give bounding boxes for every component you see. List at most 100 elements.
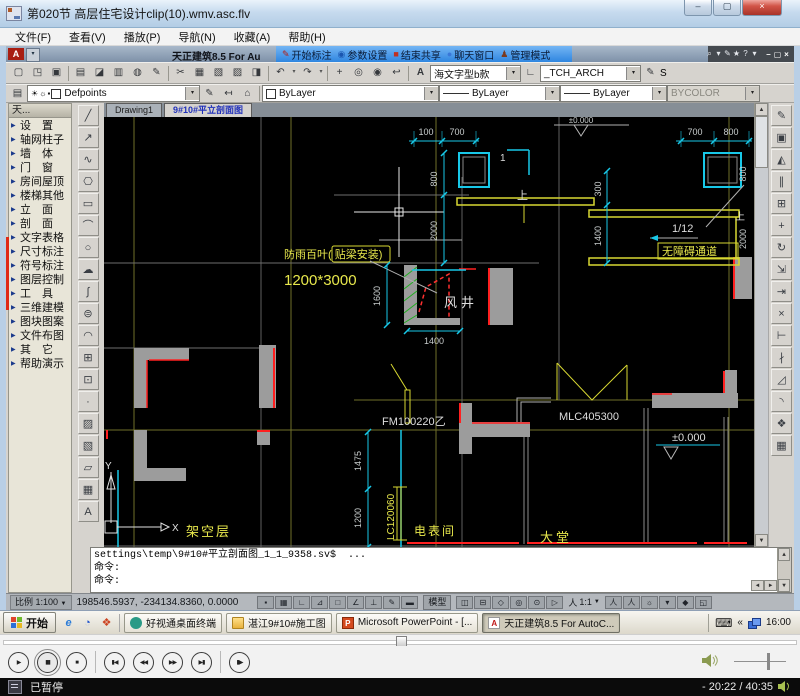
infocenter-icon[interactable]: ▾: [714, 49, 723, 59]
status-toggle-button[interactable]: □: [329, 596, 346, 609]
toolbar-icon[interactable]: ▥: [109, 64, 128, 82]
status-toggle-button[interactable]: ∠: [347, 596, 364, 609]
share-toolbar-button[interactable]: ♟ 管理模式: [500, 47, 550, 62]
combo-dropdown-icon[interactable]: ▾: [652, 87, 666, 100]
toolbar-icon[interactable]: ↷: [298, 64, 317, 82]
draw-tool-icon[interactable]: ⊞: [78, 347, 99, 368]
player-button[interactable]: ▮◀: [104, 652, 125, 673]
toolbar-icon[interactable]: ▦: [190, 64, 209, 82]
screen-menu-item[interactable]: ▶ 图块图案: [9, 314, 71, 328]
player-button[interactable]: [220, 651, 221, 673]
toolbar-icon[interactable]: ↩: [387, 64, 406, 82]
share-toolbar-button[interactable]: ● 聊天窗口: [447, 47, 494, 62]
screen-menu-item[interactable]: ▶ 尺寸标注: [9, 244, 71, 258]
screen-menu-item[interactable]: ▶ 帮助演示: [9, 356, 71, 370]
volume-control[interactable]: [702, 648, 792, 674]
scroll-up-icon[interactable]: ▲: [755, 103, 768, 116]
draw-tool-icon[interactable]: ▧: [78, 435, 99, 456]
status-icon-button[interactable]: ◇: [492, 596, 509, 609]
status-icon-button[interactable]: ⊟: [474, 596, 491, 609]
canvas-vscrollbar[interactable]: ▲ ▼: [754, 103, 769, 547]
status-toggle-button[interactable]: ∟: [293, 596, 310, 609]
layer-combo[interactable]: ☀ ☼ ▪ Defpoints ▾: [27, 85, 200, 102]
toolbar-icon[interactable]: ▨: [228, 64, 247, 82]
toolbar-icon[interactable]: ◎: [349, 64, 368, 82]
screen-menu-item[interactable]: ▶ 轴网柱子: [9, 132, 71, 146]
model-button[interactable]: 模型: [423, 595, 451, 610]
screen-menu-item[interactable]: ▶ 墙 体: [9, 146, 71, 160]
player-button[interactable]: ▶▮: [191, 652, 212, 673]
toolbar-icon[interactable]: ▾: [317, 64, 325, 82]
draw-tool-icon[interactable]: ╱: [78, 105, 99, 126]
annotation-scale-button[interactable]: 人 1:1 ▼: [568, 596, 599, 609]
menu-item[interactable]: 播放(P): [117, 29, 168, 45]
model-space-canvas[interactable]: 100 700 700 800 800 2000 300 1400 1600 1…: [104, 117, 754, 547]
share-toolbar-button[interactable]: ◉ 参数设置: [338, 47, 388, 62]
scroll-down-icon[interactable]: ▼: [778, 579, 790, 592]
taskbar-task-button[interactable]: 好视通桌面终端: [124, 613, 222, 633]
player-button[interactable]: ▶▶: [162, 652, 183, 673]
combo-dropdown-icon[interactable]: ▾: [626, 67, 640, 80]
toolbar-icon[interactable]: ▢: [9, 64, 28, 82]
network-icon[interactable]: [748, 618, 761, 628]
start-button[interactable]: 开始: [3, 612, 56, 633]
draw-tool-icon[interactable]: ▭: [78, 193, 99, 214]
screen-menu-item[interactable]: ▶ 其 它: [9, 342, 71, 356]
share-toolbar-button[interactable]: ■ 结束共享: [393, 47, 440, 62]
keyboard-icon[interactable]: ⌨: [715, 616, 732, 630]
layer-manager-icon[interactable]: ▤: [8, 85, 27, 103]
toolbar-icon[interactable]: +: [330, 64, 349, 82]
screen-menu-item[interactable]: ▶ 楼梯其他: [9, 188, 71, 202]
close-button[interactable]: ×: [742, 0, 782, 16]
draw-tool-icon[interactable]: ▨: [78, 413, 99, 434]
quick-launch-icon[interactable]: ❖: [98, 615, 115, 631]
volume-track[interactable]: [734, 661, 786, 662]
screen-menu-item[interactable]: ▶ 文件布图: [9, 328, 71, 342]
acad-logo-icon[interactable]: A: [8, 48, 24, 60]
status-toggle-button[interactable]: ▬: [401, 596, 418, 609]
toolbar-icon[interactable]: ▧: [209, 64, 228, 82]
taskbar-task-button[interactable]: Microsoft PowerPoint - [...: [336, 613, 478, 633]
status-icon-button[interactable]: ⊙: [528, 596, 545, 609]
toolbar-icon[interactable]: ✎: [147, 64, 166, 82]
toolbar-icon[interactable]: ✂: [171, 64, 190, 82]
status-toggle-button[interactable]: ⊿: [311, 596, 328, 609]
player-button[interactable]: ▮▮: [37, 652, 58, 673]
menu-item[interactable]: 查看(V): [62, 29, 113, 45]
maximize-button[interactable]: ▢: [713, 0, 741, 16]
modify-tool-icon[interactable]: ⇲: [771, 259, 792, 280]
mute-speaker-icon[interactable]: [778, 681, 792, 693]
toolbar-icon[interactable]: [168, 66, 169, 81]
draw-tool-icon[interactable]: ○: [78, 237, 99, 258]
tray-expand-icon[interactable]: «: [737, 617, 743, 628]
layer-on-icon[interactable]: ☀: [31, 89, 38, 98]
drawing-tab[interactable]: 9#10#平立剖面图: [164, 103, 252, 117]
toolbar-icon[interactable]: ↶: [271, 64, 290, 82]
status-icon-button[interactable]: ▷: [546, 596, 563, 609]
infocenter-icon[interactable]: ?: [741, 49, 750, 59]
toolbar-icon[interactable]: [327, 66, 328, 81]
acad-window-button[interactable]: ▢: [773, 50, 782, 59]
draw-tool-icon[interactable]: ↗: [78, 127, 99, 148]
draw-tool-icon[interactable]: A: [78, 501, 99, 522]
scale-button[interactable]: 比例 1:100 ▼: [10, 595, 72, 610]
taskbar-task-button[interactable]: 天正建筑8.5 For AutoC...: [482, 613, 620, 633]
linetype-combo[interactable]: ByLayer ▾: [439, 85, 560, 102]
status-toggle-button[interactable]: ⊥: [365, 596, 382, 609]
quick-launch-icon[interactable]: ◔: [79, 615, 96, 631]
infocenter-icon[interactable]: ⌕: [705, 49, 714, 59]
player-button[interactable]: ▮▶: [229, 652, 250, 673]
status-icon-button[interactable]: 人: [623, 596, 640, 609]
text-style-icon[interactable]: A: [411, 64, 430, 82]
modify-tool-icon[interactable]: ❖: [771, 413, 792, 434]
toolbar-icon[interactable]: ▤: [71, 64, 90, 82]
modify-tool-icon[interactable]: ↻: [771, 237, 792, 258]
combo-dropdown-icon[interactable]: ▾: [424, 87, 438, 100]
modify-tool-icon[interactable]: ✎: [771, 105, 792, 126]
dim-style-icon[interactable]: ∟: [521, 64, 540, 82]
draw-tool-icon[interactable]: ⊡: [78, 369, 99, 390]
modify-tool-icon[interactable]: ▦: [771, 435, 792, 456]
infocenter-icon[interactable]: ★: [732, 49, 741, 59]
command-vscrollbar[interactable]: ▲ ▼: [777, 548, 791, 592]
modify-tool-icon[interactable]: ◝: [771, 391, 792, 412]
